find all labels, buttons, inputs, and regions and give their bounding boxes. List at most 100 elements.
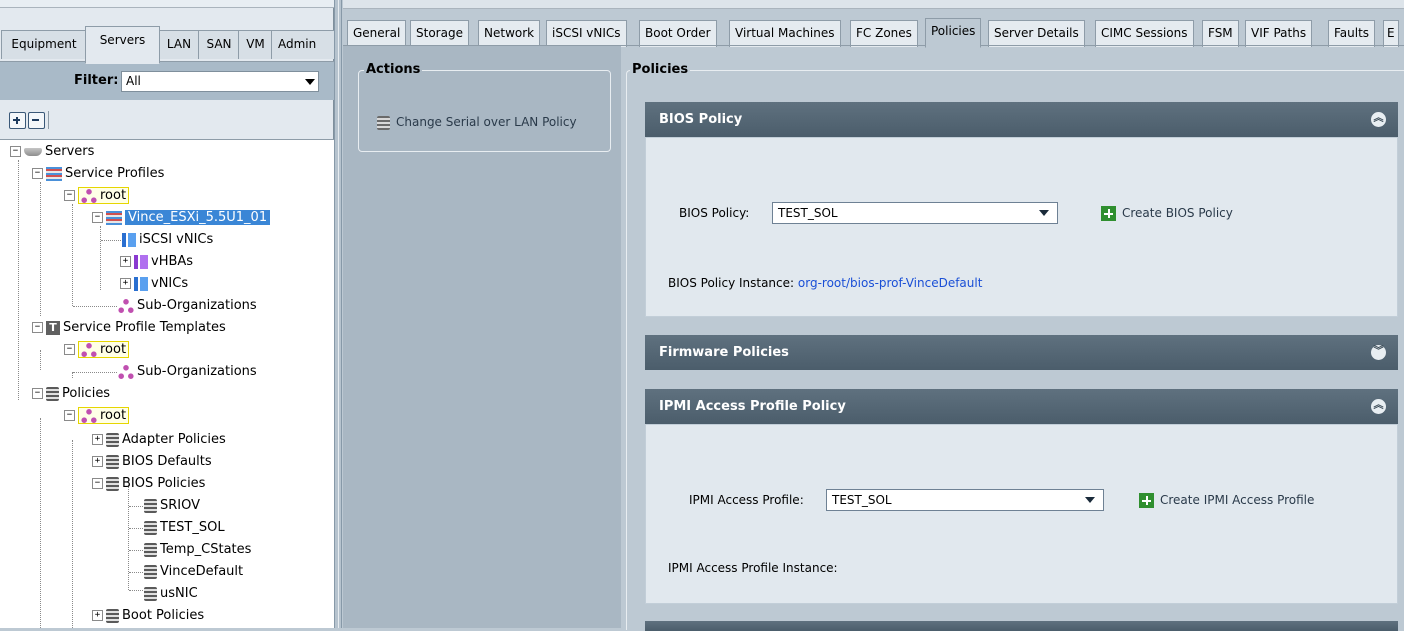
collapse-icon[interactable]: − xyxy=(32,388,43,399)
change-sol-policy-link[interactable]: Change Serial over LAN Policy xyxy=(377,115,577,130)
policy-icon xyxy=(106,432,119,447)
tree-node-service-profile-templates[interactable]: − T Service Profile Templates xyxy=(32,318,226,338)
tab-virtual-machines[interactable]: Virtual Machines xyxy=(729,20,841,47)
filter-select[interactable]: All xyxy=(121,71,319,92)
policy-icon xyxy=(106,608,119,623)
tree-label: Sub-Organizations xyxy=(137,364,257,379)
tree-node-iscsi-vnics[interactable]: iSCSI vNICs xyxy=(122,230,213,250)
tree-node-servers[interactable]: − Servers xyxy=(10,142,94,162)
collapse-up-icon[interactable]: ︽ xyxy=(1371,399,1386,414)
tree-label: iSCSI vNICs xyxy=(139,232,214,247)
tab-storage[interactable]: Storage xyxy=(410,20,469,47)
detail-tabs: General Storage Network iSCSI vNICs Boot… xyxy=(343,18,1404,48)
tab-general[interactable]: General xyxy=(347,20,407,47)
collapse-icon[interactable]: − xyxy=(32,322,43,333)
create-bios-policy-link[interactable]: Create BIOS Policy xyxy=(1101,206,1233,221)
tree-label: root xyxy=(100,342,127,357)
bios-policy-label: BIOS Policy: xyxy=(679,206,750,220)
add-icon xyxy=(1101,206,1116,221)
tree-label: SRIOV xyxy=(160,498,201,513)
collapse-all-icon[interactable] xyxy=(28,112,45,129)
filter-value: All xyxy=(126,74,141,88)
tree-label: vHBAs xyxy=(151,254,194,269)
tree-label: TEST_SOL xyxy=(160,520,225,535)
tree-node-sub-organizations[interactable]: Sub-Organizations xyxy=(118,362,257,382)
tab-servers[interactable]: Servers xyxy=(85,26,160,64)
tab-vm[interactable]: VM xyxy=(238,30,273,59)
policy-icon xyxy=(144,586,157,601)
tab-network[interactable]: Network xyxy=(478,20,541,47)
expand-icon[interactable]: + xyxy=(92,610,103,621)
tab-vif-paths[interactable]: VIF Paths xyxy=(1245,20,1313,47)
content-top-strip xyxy=(343,0,1404,9)
tab-iscsi-vnics[interactable]: iSCSI vNICs xyxy=(546,20,627,47)
tree-node-bios-defaults[interactable]: + BIOS Defaults xyxy=(92,452,212,472)
bios-policy-value: TEST_SOL xyxy=(778,206,838,220)
tree-node-vhbas[interactable]: + vHBAs xyxy=(120,252,193,272)
policy-icon xyxy=(144,498,157,513)
tree-line xyxy=(129,572,143,573)
tree-toolbar xyxy=(0,101,334,139)
next-section-header[interactable] xyxy=(645,621,1398,631)
tree-node-boot-policies[interactable]: + Boot Policies xyxy=(92,606,204,626)
tab-fc-zones[interactable]: FC Zones xyxy=(850,20,918,47)
tree-node-usnic[interactable]: usNIC xyxy=(144,584,198,604)
policy-icon xyxy=(377,115,390,130)
tab-boot-order[interactable]: Boot Order xyxy=(639,20,717,47)
collapse-icon[interactable]: − xyxy=(64,190,75,201)
create-ipmi-profile-link[interactable]: Create IPMI Access Profile xyxy=(1139,493,1314,508)
expand-down-icon[interactable]: ︾ xyxy=(1371,345,1386,360)
tree-node-root[interactable]: − root xyxy=(64,406,130,426)
tab-lan[interactable]: LAN xyxy=(158,30,200,59)
bios-policy-select[interactable]: TEST_SOL xyxy=(772,202,1058,224)
tab-server-details[interactable]: Server Details xyxy=(988,20,1085,47)
tree-node-sriov[interactable]: SRIOV xyxy=(144,496,200,516)
tab-cimc-sessions[interactable]: CIMC Sessions xyxy=(1095,20,1194,47)
firmware-policies-header[interactable]: Firmware Policies ︾ xyxy=(645,335,1398,370)
tab-admin[interactable]: Admin xyxy=(271,30,341,59)
tab-fsm[interactable]: FSM xyxy=(1202,20,1239,47)
tab-policies[interactable]: Policies xyxy=(925,18,982,48)
nic-icon xyxy=(122,232,136,247)
tab-san[interactable]: SAN xyxy=(198,30,240,59)
tree-node-adapter-policies[interactable]: + Adapter Policies xyxy=(92,430,226,450)
expand-icon[interactable]: + xyxy=(92,434,103,445)
expand-icon[interactable]: + xyxy=(92,456,103,467)
collapse-icon[interactable]: − xyxy=(64,410,75,421)
tree-line xyxy=(129,528,143,529)
expand-icon[interactable]: + xyxy=(120,278,131,289)
ipmi-profile-select[interactable]: TEST_SOL xyxy=(826,489,1104,511)
bios-policy-header[interactable]: BIOS Policy ︽ xyxy=(645,102,1398,137)
collapse-icon[interactable]: − xyxy=(64,344,75,355)
tree-node-temp-cstates[interactable]: Temp_CStates xyxy=(144,540,251,560)
organization-icon xyxy=(81,342,97,357)
tree-node-vnics[interactable]: + vNICs xyxy=(120,274,188,294)
tree-label: Service Profiles xyxy=(65,166,165,181)
tree-node-root[interactable]: − root xyxy=(64,340,130,360)
tree-node-sub-organizations[interactable]: Sub-Organizations xyxy=(118,296,257,316)
collapse-icon[interactable]: − xyxy=(32,168,43,179)
tree-node-service-profiles[interactable]: − Service Profiles xyxy=(32,164,164,184)
tab-equipment[interactable]: Equipment xyxy=(1,30,87,59)
splitter-grip xyxy=(338,0,339,628)
tab-events[interactable]: E xyxy=(1383,20,1399,47)
tab-faults[interactable]: Faults xyxy=(1328,20,1376,47)
expand-icon[interactable]: + xyxy=(120,256,131,267)
bios-policy-instance-label: BIOS Policy Instance: org-root/bios-prof… xyxy=(668,276,982,290)
tree-node-vince-profile[interactable]: − Vince_ESXi_5.5U1_01 xyxy=(92,208,271,228)
tree-node-bios-policies[interactable]: − BIOS Policies xyxy=(92,474,205,494)
organization-icon xyxy=(118,298,134,313)
nic-icon xyxy=(134,276,148,291)
expand-all-icon[interactable] xyxy=(9,112,26,129)
collapse-icon[interactable]: − xyxy=(10,146,21,157)
collapse-up-icon[interactable]: ︽ xyxy=(1371,112,1386,127)
tree-node-root[interactable]: − root xyxy=(64,186,130,206)
tree-node-vincedefault[interactable]: VinceDefault xyxy=(144,562,243,582)
ipmi-policy-header[interactable]: IPMI Access Profile Policy ︽ xyxy=(645,389,1398,424)
tree-node-policies[interactable]: − Policies xyxy=(32,384,110,404)
collapse-icon[interactable]: − xyxy=(92,478,103,489)
collapse-icon[interactable]: − xyxy=(92,212,103,223)
tree-node-test-sol[interactable]: TEST_SOL xyxy=(144,518,225,538)
tree-label: root xyxy=(100,188,127,203)
bios-policy-instance-link[interactable]: org-root/bios-prof-VinceDefault xyxy=(798,276,983,290)
